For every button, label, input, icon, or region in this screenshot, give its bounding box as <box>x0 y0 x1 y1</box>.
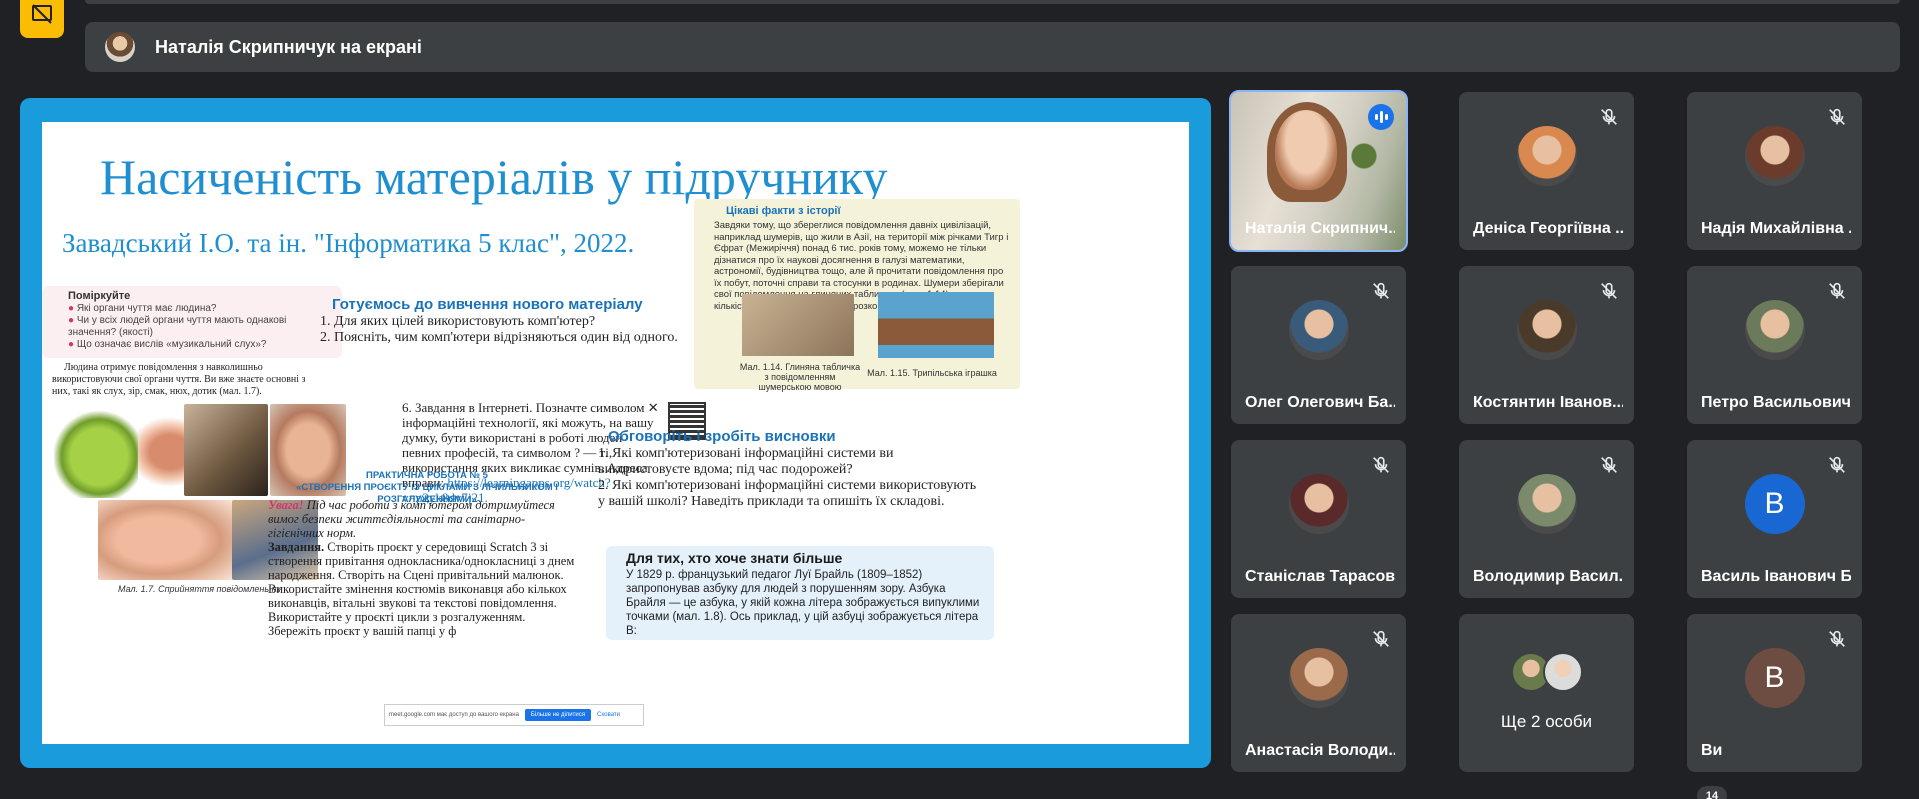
participant-avatar: В <box>1744 648 1805 708</box>
participant-tile[interactable]: В Василь Іванович Б... <box>1687 440 1862 598</box>
participant-tile[interactable]: Анастасія Володи... <box>1231 614 1406 772</box>
presentation-stage[interactable]: Насиченість матеріалів у підручнику Зава… <box>20 98 1211 768</box>
participant-tile[interactable]: Деніса Георгіївна ... <box>1459 92 1634 250</box>
participant-name: Костянтин Іванов... <box>1473 394 1623 411</box>
participant-name: Петро Васильович... <box>1701 394 1851 411</box>
more-participants-avatars <box>1510 652 1583 692</box>
participant-tile[interactable]: Петро Васильович... <box>1687 266 1862 424</box>
participant-tile[interactable]: Костянтин Іванов... <box>1459 266 1634 424</box>
think-box: Поміркуйте ● Які органи чуття має людина… <box>42 286 342 358</box>
clay-tablet-image <box>742 294 854 356</box>
more-info-box: Для тих, хто хоче знати більше У 1829 р.… <box>606 546 994 640</box>
participant-count-badge[interactable]: 14 <box>1697 786 1727 799</box>
participant-tile[interactable]: Надія Михайлівна ... <box>1687 92 1862 250</box>
more-info-body: У 1829 р. французький педагог Луї Брайль… <box>626 569 980 637</box>
participant-tile[interactable]: В Ви <box>1687 614 1862 772</box>
detective-image <box>184 404 268 496</box>
participant-tile[interactable]: Ще 2 особи <box>1459 614 1634 772</box>
figure-caption: Мал. 1.14. Глиняна табличка з повідомлен… <box>739 362 861 392</box>
slide-title: Насиченість матеріалів у підручнику <box>100 149 888 205</box>
participant-tile[interactable]: Наталія Скрипнич... <box>1229 90 1408 252</box>
slide-subtitle: Завадський І.О. та ін. "Інформатика 5 кл… <box>62 228 635 258</box>
figure-caption: Мал. 1.15. Трипільська іграшка <box>867 368 997 378</box>
participant-name: Володимир Васил... <box>1473 568 1623 585</box>
think-item: ● Чи у всіх людей органи чуття мають одн… <box>68 315 287 338</box>
participant-name: Надія Михайлівна ... <box>1701 220 1851 237</box>
mic-off-icon <box>1826 628 1848 650</box>
shared-slide: Насиченість матеріалів у підручнику Зава… <box>42 122 1189 744</box>
participant-avatar: В <box>1744 474 1805 534</box>
stop-presenting-icon <box>32 4 52 24</box>
task-text: Завдання. Створіть проєкт у середовищі S… <box>268 540 575 638</box>
participant-avatar <box>1744 126 1805 186</box>
participant-avatar <box>1288 474 1349 534</box>
mic-off-icon <box>1370 628 1392 650</box>
mic-off-icon <box>1826 454 1848 476</box>
participant-name: Станіслав Тарасов... <box>1245 568 1395 585</box>
participant-tile[interactable]: Олег Олегович Ба... <box>1231 266 1406 424</box>
participant-avatar <box>1288 300 1349 360</box>
participant-name: Анастасія Володи... <box>1245 742 1395 759</box>
hide-notice-link[interactable]: Сховати <box>597 712 620 718</box>
speaking-indicator-icon <box>1368 104 1394 130</box>
mic-off-icon <box>1598 106 1620 128</box>
prep-questions: 1. Для яких цілей використовують комп'ют… <box>320 314 678 345</box>
mic-off-icon <box>1598 454 1620 476</box>
participant-avatar <box>1288 648 1349 708</box>
facts-title: Цікаві факти з історії <box>726 205 841 217</box>
participant-name: Деніса Георгіївна ... <box>1473 220 1623 237</box>
present-toggle-button[interactable] <box>20 0 64 38</box>
participant-name: Василь Іванович Б... <box>1701 568 1851 585</box>
participant-name: Наталія Скрипнич... <box>1245 220 1395 237</box>
presenting-label: Наталія Скрипничук на екрані <box>155 36 422 57</box>
mic-off-icon <box>1370 280 1392 302</box>
mic-off-icon <box>1598 280 1620 302</box>
think-title: Поміркуйте <box>68 290 131 302</box>
participant-name: Ви <box>1701 742 1723 759</box>
more-info-title: Для тих, хто хоче знати більше <box>626 550 843 566</box>
intro-text: Людина отримує повідомлення з навколишнь… <box>52 362 306 397</box>
trypillia-toy-image <box>878 292 994 358</box>
mic-off-icon <box>1826 106 1848 128</box>
discuss-questions: 1. Які комп'ютеризовані інформаційні сис… <box>598 446 977 509</box>
participant-tile[interactable]: Станіслав Тарасов... <box>1231 440 1406 598</box>
figure-caption: Мал. 1.7. Сприйняття повідомлень пк <box>118 584 281 594</box>
participant-avatar <box>1516 300 1577 360</box>
presenting-bar: Наталія Скрипничук на екрані <box>85 22 1900 72</box>
participant-name: Олег Олегович Ба... <box>1245 394 1395 411</box>
participant-tile[interactable]: Володимир Васил... <box>1459 440 1634 598</box>
participant-avatar <box>1744 300 1805 360</box>
participant-avatar <box>1516 126 1577 186</box>
stop-sharing-button[interactable]: Більше не ділитися <box>524 709 591 721</box>
warning-text: Увага! Під час роботи з комп'ютером дотр… <box>268 498 555 540</box>
participant-avatar <box>1516 474 1577 534</box>
presenter-avatar <box>105 32 135 62</box>
top-strip <box>85 0 1900 4</box>
mic-off-icon <box>1370 454 1392 476</box>
discuss-heading: Обговоріть і зробіть висновки <box>608 428 836 445</box>
nose-image <box>98 500 232 580</box>
more-participants-label: Ще 2 особи <box>1500 712 1593 731</box>
think-item: ● Що означає вислів «музикальний слух»? <box>68 339 267 350</box>
screen-share-notice: meet.google.com має доступ до вашого екр… <box>384 704 644 726</box>
think-item: ● Які органи чуття має людина? <box>68 303 217 314</box>
mic-off-icon <box>1826 280 1848 302</box>
prep-heading: Готуємось до вивчення нового матеріалу <box>332 296 643 313</box>
